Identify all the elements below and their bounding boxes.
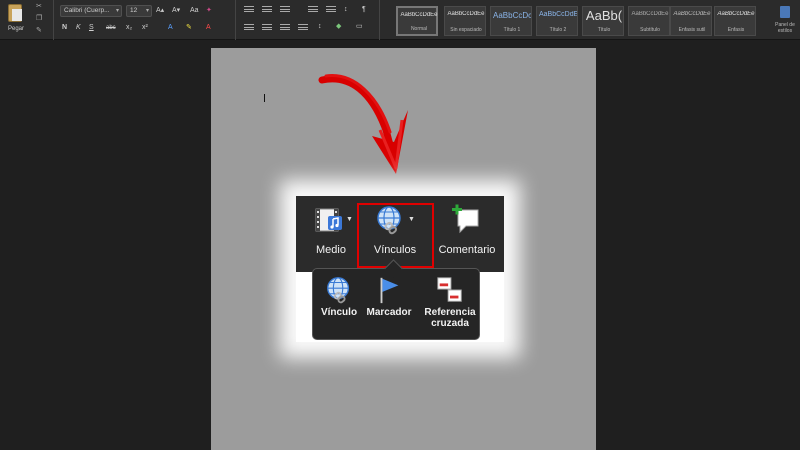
comentario-label: Comentario xyxy=(438,244,496,256)
style-enfasis[interactable]: AaBbCcDdEe Énfasis xyxy=(714,6,756,36)
style-sample: AaBbCcDdEe xyxy=(673,11,711,17)
paste-icon[interactable] xyxy=(8,4,22,22)
styles-pane-label: Panel de estilos xyxy=(775,22,795,34)
chevron-down-icon: ▼ xyxy=(346,216,353,223)
vinculos-dropdown-menu: Vínculo Marcador Referencia cruzada xyxy=(312,268,480,340)
sort-icon[interactable]: ↕ xyxy=(344,5,348,15)
vinculo-menu-item[interactable]: Vínculo xyxy=(317,275,361,318)
style-sample: AaBbCcDdEe xyxy=(447,11,485,17)
comentario-button[interactable]: Comentario xyxy=(434,204,500,264)
italic-button[interactable]: K xyxy=(76,23,81,33)
font-name-select[interactable]: Calibri (Cuerp... xyxy=(60,5,122,17)
line-spacing-icon[interactable]: ↕ xyxy=(318,22,322,32)
clipboard-group: Pegar ✂ ❐ ✎ xyxy=(0,0,54,40)
style-enfasis-sutil[interactable]: AaBbCcDdEe Énfasis sutil xyxy=(670,6,712,36)
add-comment-icon xyxy=(452,204,479,234)
text-effects-icon[interactable]: A xyxy=(168,23,173,33)
numbering-icon[interactable] xyxy=(262,6,272,14)
referencia-cruzada-menu-item[interactable]: Referencia cruzada xyxy=(423,275,477,329)
multilevel-list-icon[interactable] xyxy=(280,6,290,14)
referencia-label-line2: cruzada xyxy=(431,318,469,329)
style-name: Título xyxy=(597,27,611,33)
marcador-menu-item[interactable]: Marcador xyxy=(363,275,415,318)
style-name: Énfasis xyxy=(727,27,745,33)
insert-toolbar: ▼ Medio ▼ Vínculos Comentario xyxy=(296,196,504,272)
change-case-icon[interactable]: Aa xyxy=(190,6,199,16)
medio-label: Medio xyxy=(316,244,346,256)
justify-icon[interactable] xyxy=(298,24,308,32)
shading-icon[interactable]: ◆ xyxy=(336,22,341,32)
style-titulo-1[interactable]: AaBbCcDc Título 1 xyxy=(490,6,532,36)
align-left-icon[interactable] xyxy=(244,24,254,32)
style-name: Énfasis sutil xyxy=(678,27,706,33)
style-titulo-2[interactable]: AaBbCcDdE Título 2 xyxy=(536,6,578,36)
align-center-icon[interactable] xyxy=(262,24,272,32)
style-name: Normal xyxy=(410,26,428,32)
format-painter-icon[interactable]: ✎ xyxy=(36,27,44,34)
decrease-indent-icon[interactable] xyxy=(308,6,318,14)
font-color-icon[interactable]: A xyxy=(206,23,211,33)
borders-icon[interactable]: ▭ xyxy=(356,22,363,32)
medio-button[interactable]: ▼ Medio xyxy=(306,204,356,264)
style-name: Subtítulo xyxy=(640,27,660,33)
globe-link-icon xyxy=(327,277,350,304)
strikethrough-button[interactable]: abc xyxy=(106,23,116,33)
cross-reference-icon xyxy=(437,277,462,302)
clear-format-icon[interactable]: ✦ xyxy=(206,6,212,16)
media-icon xyxy=(315,208,342,232)
shrink-font-icon[interactable]: A▾ xyxy=(172,6,180,16)
paste-label[interactable]: Pegar xyxy=(8,26,24,32)
styles-pane-button[interactable]: Panel de estilos xyxy=(770,4,800,40)
style-subtitulo[interactable]: AaBbCcDdEe Subtítulo xyxy=(628,6,670,36)
bold-button[interactable]: N xyxy=(62,23,67,33)
style-titulo[interactable]: AaBb( Título xyxy=(582,6,624,36)
styles-pane-icon xyxy=(780,6,790,18)
bullets-icon[interactable] xyxy=(244,6,254,14)
style-sample: AaBbCcDdEe xyxy=(631,11,669,17)
style-name: Título 2 xyxy=(549,27,567,33)
style-sample: AaBb( xyxy=(585,8,623,23)
style-sample: AaBbCcDdE xyxy=(539,11,577,18)
insert-panel: ▼ Medio ▼ Vínculos Comentario Vínculo Ma… xyxy=(296,196,504,342)
increase-indent-icon[interactable] xyxy=(326,6,336,14)
cut-icon[interactable]: ✂ xyxy=(36,3,44,10)
style-sample: AaBbCcDdEe xyxy=(400,12,438,18)
marcador-label: Marcador xyxy=(366,307,412,318)
style-name: Título 1 xyxy=(503,27,521,33)
paragraph-group: ↕ ¶ ↕ ◆ ▭ xyxy=(238,0,380,40)
vinculos-highlight-box xyxy=(357,203,434,268)
style-sin-espaciado[interactable]: AaBbCcDdEe Sin espaciado xyxy=(444,6,486,36)
bookmark-flag-icon xyxy=(380,277,399,304)
copy-icon[interactable]: ❐ xyxy=(36,15,44,22)
style-sample: AaBbCcDdEe xyxy=(717,11,755,17)
align-right-icon[interactable] xyxy=(280,24,290,32)
subscript-icon[interactable]: x₂ xyxy=(126,23,132,33)
referencia-label-line1: Referencia xyxy=(424,307,476,318)
superscript-icon[interactable]: x² xyxy=(142,23,148,33)
style-name: Sin espaciado xyxy=(450,27,482,33)
underline-button[interactable]: S xyxy=(89,23,94,33)
style-sample: AaBbCcDc xyxy=(493,11,531,20)
red-arrow-annotation xyxy=(318,74,408,174)
style-normal[interactable]: AaBbCcDdEe Normal xyxy=(396,6,438,36)
font-size-select[interactable]: 12 xyxy=(126,5,152,17)
font-group: Calibri (Cuerp... 12 A▴ A▾ Aa ✦ N K S ab… xyxy=(56,0,236,40)
highlight-icon[interactable]: ✎ xyxy=(186,23,192,33)
text-cursor xyxy=(264,94,265,102)
pilcrow-icon[interactable]: ¶ xyxy=(362,5,366,15)
vinculo-label: Vínculo xyxy=(320,307,358,318)
ribbon: Pegar ✂ ❐ ✎ Calibri (Cuerp... 12 A▴ A▾ A… xyxy=(0,0,800,40)
grow-font-icon[interactable]: A▴ xyxy=(156,6,164,16)
